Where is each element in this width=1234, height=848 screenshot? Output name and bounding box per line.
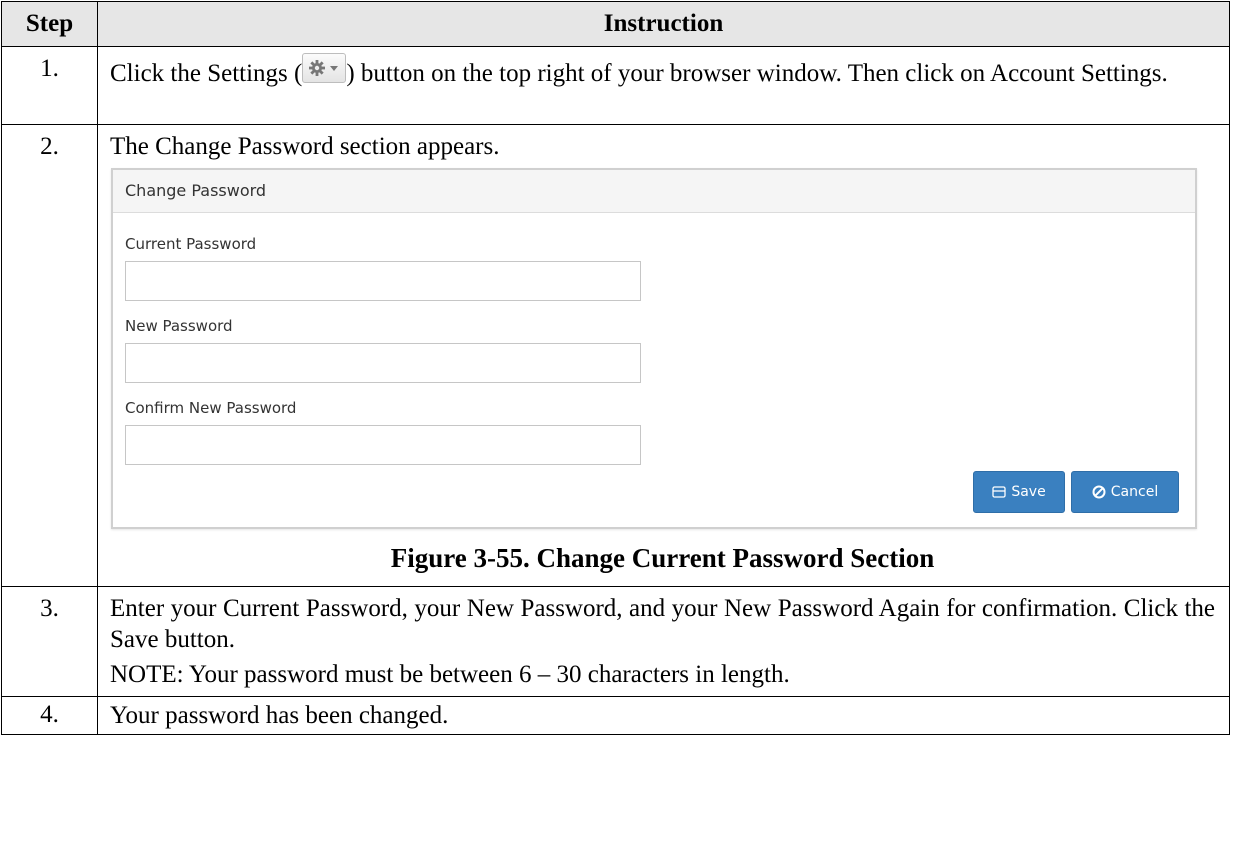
ban-icon xyxy=(1092,485,1106,499)
table-row: 3. Enter your Current Password, your New… xyxy=(1,586,1230,697)
settings-gear-icon xyxy=(302,53,347,83)
instruction-column-header: Instruction xyxy=(97,1,1230,47)
new-password-label: New Password xyxy=(125,317,233,335)
save-label: Save xyxy=(1011,483,1046,500)
instruction-text: Enter your Current Password, your New Pa… xyxy=(110,595,1215,653)
password-length-note: NOTE: Your password must be between 6 – … xyxy=(110,661,790,688)
figure-caption: Figure 3-55. Change Current Password Sec… xyxy=(390,543,935,573)
table-row: 2. The Change Password section appears. … xyxy=(1,124,1230,587)
step-number: 1. xyxy=(1,46,98,125)
save-button[interactable]: Save xyxy=(973,471,1065,513)
change-password-panel: Change Password Current Password New Pas… xyxy=(111,168,1197,529)
save-icon xyxy=(992,486,1006,498)
button-row: Save Cancel xyxy=(973,471,1179,513)
step-instruction: Click the Settings ( ) button on the top … xyxy=(97,46,1230,125)
step-number: 4. xyxy=(1,696,98,735)
table-row: 4. Your password has been changed. xyxy=(1,696,1230,735)
confirm-password-input[interactable] xyxy=(125,425,641,465)
cancel-label: Cancel xyxy=(1110,483,1159,500)
step-instruction: Your password has been changed. xyxy=(97,696,1230,735)
current-password-label: Current Password xyxy=(125,235,257,253)
table-header-row: Step Instruction xyxy=(1,1,1230,47)
table-row: 1. Click the Settings ( ) button on the t… xyxy=(1,46,1230,125)
step-number: 2. xyxy=(1,124,98,587)
new-password-input[interactable] xyxy=(125,343,641,383)
step-instruction: The Change Password section appears. Cha… xyxy=(97,124,1230,587)
instruction-text: The Change Password section appears. xyxy=(110,133,500,160)
cancel-button[interactable]: Cancel xyxy=(1071,471,1179,513)
instruction-table: Step Instruction 1. Click the Settings (… xyxy=(1,1,1230,735)
instruction-text: ) button on the top right of your browse… xyxy=(346,60,1168,87)
step-instruction: Enter your Current Password, your New Pa… xyxy=(97,586,1230,697)
confirm-password-label: Confirm New Password xyxy=(125,399,297,417)
step-number: 3. xyxy=(1,586,98,697)
instruction-text: Click the Settings ( xyxy=(110,60,303,87)
current-password-input[interactable] xyxy=(125,261,641,301)
step-column-header: Step xyxy=(1,1,98,47)
panel-body: Current Password New Password Confirm Ne… xyxy=(113,213,1195,527)
panel-title: Change Password xyxy=(113,170,1195,213)
